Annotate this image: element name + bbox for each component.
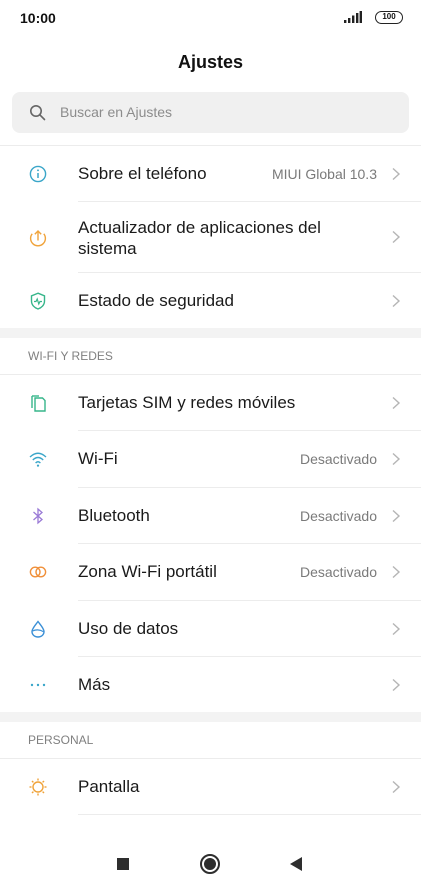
settings-item-value: Desactivado [299, 564, 377, 580]
settings-item-label: Uso de datos [78, 619, 179, 638]
settings-item-wifi[interactable]: Wi-Fi Desactivado [0, 431, 421, 487]
section-header-personal: PERSONAL [28, 733, 94, 747]
settings-item-label: Pantalla [78, 777, 140, 796]
hotspot-icon [29, 566, 47, 578]
bluetooth-icon [33, 507, 43, 525]
sim-card-icon [31, 395, 46, 412]
settings-item-sim-cards[interactable]: Tarjetas SIM y redes móviles [0, 375, 421, 430]
settings-item-label: Bluetooth [78, 506, 150, 525]
settings-item-system-app-updater[interactable]: Actualizador de aplicaciones del sistema [0, 202, 421, 272]
settings-item-about-phone[interactable]: Sobre el teléfono MIUI Global 10.3 [0, 146, 421, 201]
brightness-icon [29, 778, 47, 796]
more-dots-icon [30, 683, 46, 687]
section-separator [0, 712, 421, 722]
recent-apps-button[interactable] [117, 858, 129, 870]
home-button[interactable] [200, 854, 220, 874]
search-icon [30, 105, 46, 121]
battery-icon: 100 [375, 11, 403, 24]
status-bar: 10:00 100 [0, 0, 421, 36]
settings-item-bluetooth[interactable]: Bluetooth Desactivado [0, 488, 421, 543]
chevron-right-icon [392, 294, 401, 308]
settings-item-value: Desactivado [299, 451, 377, 467]
settings-item-security-status[interactable]: Estado de seguridad [0, 273, 421, 328]
shield-icon [30, 292, 46, 310]
settings-item-label: Actualizador de aplicaciones del sistema [78, 218, 321, 258]
chevron-right-icon [392, 622, 401, 636]
chevron-right-icon [392, 509, 401, 523]
settings-item-value: MIUI Global 10.3 [271, 166, 377, 182]
settings-item-more[interactable]: Más [0, 657, 421, 712]
signal-strength-icon [344, 11, 362, 23]
search-bar[interactable] [12, 92, 409, 133]
wifi-icon [29, 452, 47, 467]
settings-item-label: Wi-Fi [78, 449, 118, 468]
navigation-bar [0, 838, 421, 890]
settings-item-label: Estado de seguridad [78, 291, 234, 310]
chevron-right-icon [392, 678, 401, 692]
settings-item-display[interactable]: Pantalla [0, 759, 421, 814]
chevron-right-icon [392, 565, 401, 579]
settings-item-data-usage[interactable]: Uso de datos [0, 601, 421, 656]
chevron-right-icon [392, 780, 401, 794]
page-title: Ajustes [177, 52, 244, 72]
status-time: 10:00 [20, 10, 56, 26]
chevron-right-icon [392, 452, 401, 466]
divider [78, 814, 421, 815]
section-separator [0, 328, 421, 338]
settings-item-value: Desactivado [299, 508, 377, 524]
back-button[interactable] [290, 857, 302, 871]
settings-item-label: Tarjetas SIM y redes móviles [78, 393, 296, 412]
settings-item-label: Sobre el teléfono [78, 164, 207, 183]
data-drop-icon [31, 620, 45, 638]
settings-item-label: Zona Wi-Fi portátil [78, 562, 217, 581]
chevron-right-icon [392, 230, 401, 244]
search-input[interactable] [60, 92, 390, 133]
info-icon [29, 165, 47, 183]
chevron-right-icon [392, 167, 401, 181]
update-arrow-icon [29, 230, 47, 247]
chevron-right-icon [392, 396, 401, 410]
settings-item-label: Más [78, 675, 111, 694]
section-header-wifi: WI-FI Y REDES [28, 349, 113, 363]
settings-item-hotspot[interactable]: Zona Wi-Fi portátil Desactivado [0, 544, 421, 600]
